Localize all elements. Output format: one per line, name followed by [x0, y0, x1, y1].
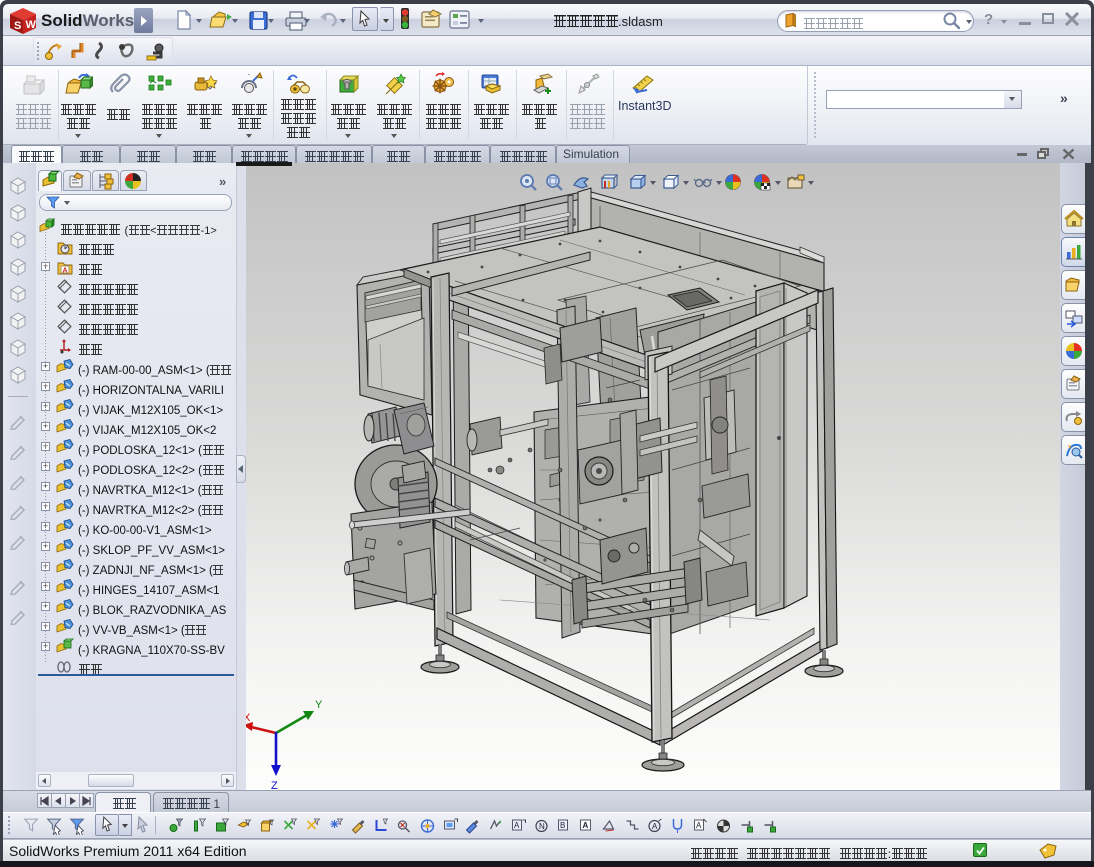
- svg-text:B: B: [560, 821, 565, 830]
- svg-text:N: N: [539, 822, 545, 831]
- svg-text:A: A: [696, 821, 702, 830]
- svg-text:Y: Y: [315, 699, 323, 711]
- svg-text:W: W: [26, 19, 37, 31]
- svg-text:S: S: [14, 20, 21, 32]
- svg-text:A: A: [63, 268, 68, 275]
- svg-text:X: X: [246, 712, 251, 724]
- svg-text:A: A: [583, 821, 589, 830]
- svg-text:Z: Z: [271, 780, 278, 790]
- svg-text:A: A: [652, 822, 658, 831]
- svg-text:A: A: [514, 821, 520, 830]
